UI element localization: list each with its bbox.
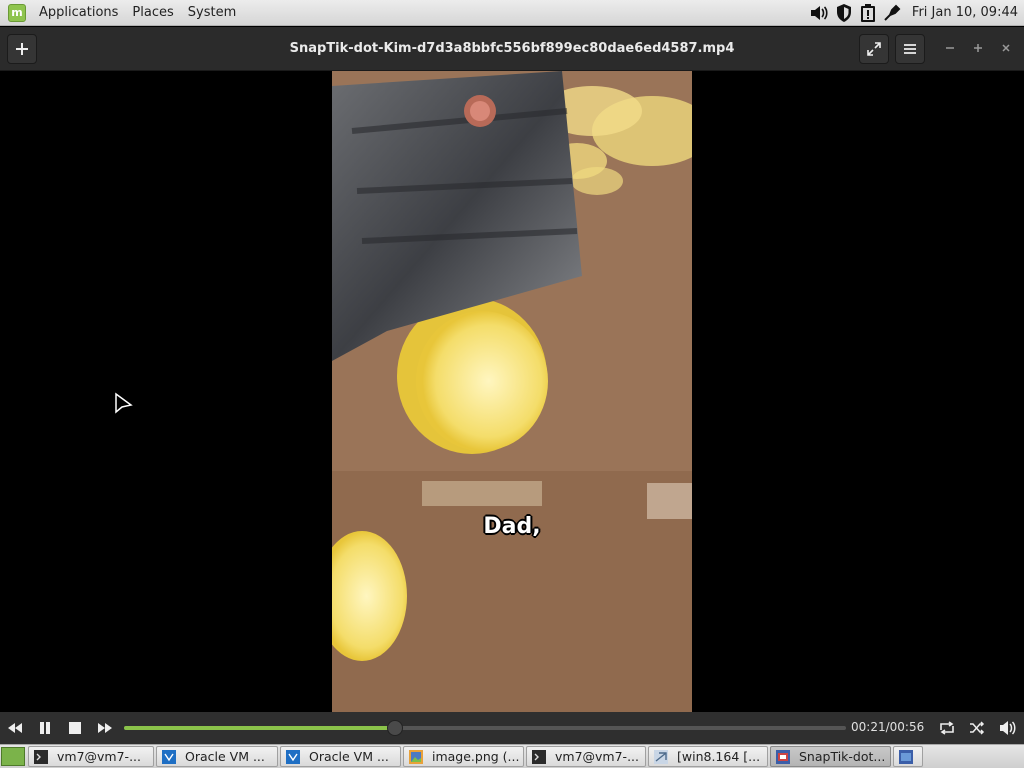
virtualbox-icon <box>285 749 301 765</box>
plus-icon <box>16 43 28 55</box>
fullscreen-icon <box>867 42 881 56</box>
task-image-viewer[interactable]: image.png (... <box>403 746 524 767</box>
network-icon[interactable] <box>881 2 903 24</box>
hamburger-icon <box>904 44 916 54</box>
task-video-player[interactable]: SnapTik-dot... <box>770 746 891 767</box>
stop-button[interactable] <box>64 717 86 739</box>
seek-bar[interactable] <box>124 720 846 736</box>
volume-button[interactable] <box>997 717 1019 739</box>
video-player-icon <box>775 749 791 765</box>
close-button[interactable] <box>997 40 1015 58</box>
task-virtualbox-1[interactable]: Oracle VM ... <box>156 746 278 767</box>
task-terminal-2[interactable]: vm7@vm7-... <box>526 746 646 767</box>
task-label: SnapTik-dot... <box>799 749 886 764</box>
volume-icon <box>1000 721 1016 735</box>
show-desktop-button[interactable] <box>1 747 25 766</box>
menu-system[interactable]: System <box>181 0 243 26</box>
top-panel: m Applications Places System Fri Jan 10,… <box>0 0 1024 26</box>
menu-places[interactable]: Places <box>125 0 180 26</box>
maximize-icon <box>974 44 982 52</box>
system-tray: Fri Jan 10, 09:44 <box>808 0 1024 26</box>
mint-menu-icon[interactable]: m <box>8 3 26 22</box>
clock[interactable]: Fri Jan 10, 09:44 <box>904 5 1024 20</box>
seek-handle[interactable] <box>386 720 403 736</box>
menu-applications[interactable]: Applications <box>32 0 125 26</box>
terminal-icon <box>33 749 49 765</box>
close-icon <box>1002 44 1010 52</box>
seek-progress <box>124 726 395 730</box>
task-virtualbox-2[interactable]: Oracle VM ... <box>280 746 401 767</box>
playback-controls: 00:21/00:56 <box>0 712 1024 744</box>
stop-icon <box>69 722 81 734</box>
minimize-icon <box>946 47 954 49</box>
video-area[interactable]: Dad, <box>0 71 1024 712</box>
task-terminal-1[interactable]: vm7@vm7-... <box>28 746 154 767</box>
minimize-button[interactable] <box>941 40 959 58</box>
time-label: 00:21/00:56 <box>851 720 925 734</box>
image-viewer-icon <box>408 749 424 765</box>
video-frame[interactable]: Dad, <box>332 71 692 712</box>
terminal-icon <box>531 749 547 765</box>
rewind-icon <box>8 723 22 733</box>
pause-button[interactable] <box>34 717 56 739</box>
remote-desktop-icon <box>653 749 669 765</box>
task-label: [win8.164 [... <box>677 749 761 764</box>
taskbar: vm7@vm7-... Oracle VM ... Oracle VM ... … <box>0 744 1024 768</box>
task-label: vm7@vm7-... <box>57 749 141 764</box>
task-extra[interactable] <box>893 746 923 767</box>
subtitle: Dad, <box>483 514 541 539</box>
task-label: image.png (... <box>432 749 520 764</box>
video-image <box>332 71 692 712</box>
shuffle-icon <box>970 721 985 735</box>
rewind-button[interactable] <box>4 717 26 739</box>
clipboard-alert-icon[interactable] <box>857 2 879 24</box>
fullscreen-button[interactable] <box>859 34 889 64</box>
maximize-button[interactable] <box>969 40 987 58</box>
window-titlebar[interactable]: SnapTik-dot-Kim-d7d3a8bbfc556bf899ec80da… <box>0 27 1024 71</box>
task-label: Oracle VM ... <box>185 749 265 764</box>
repeat-button[interactable] <box>936 717 958 739</box>
pause-icon <box>40 722 50 734</box>
mouse-cursor-icon <box>115 392 133 414</box>
task-remote-desktop[interactable]: [win8.164 [... <box>648 746 768 767</box>
repeat-icon <box>940 721 954 735</box>
video-player-icon <box>898 749 914 765</box>
volume-icon[interactable] <box>809 2 831 24</box>
task-label: vm7@vm7-... <box>555 749 639 764</box>
add-button[interactable] <box>7 34 37 64</box>
fast-forward-button[interactable] <box>94 717 116 739</box>
shield-icon[interactable] <box>833 2 855 24</box>
shuffle-button[interactable] <box>966 717 988 739</box>
task-label: Oracle VM ... <box>309 749 389 764</box>
hamburger-menu-button[interactable] <box>895 34 925 64</box>
fast-forward-icon <box>98 723 112 733</box>
virtualbox-icon <box>161 749 177 765</box>
